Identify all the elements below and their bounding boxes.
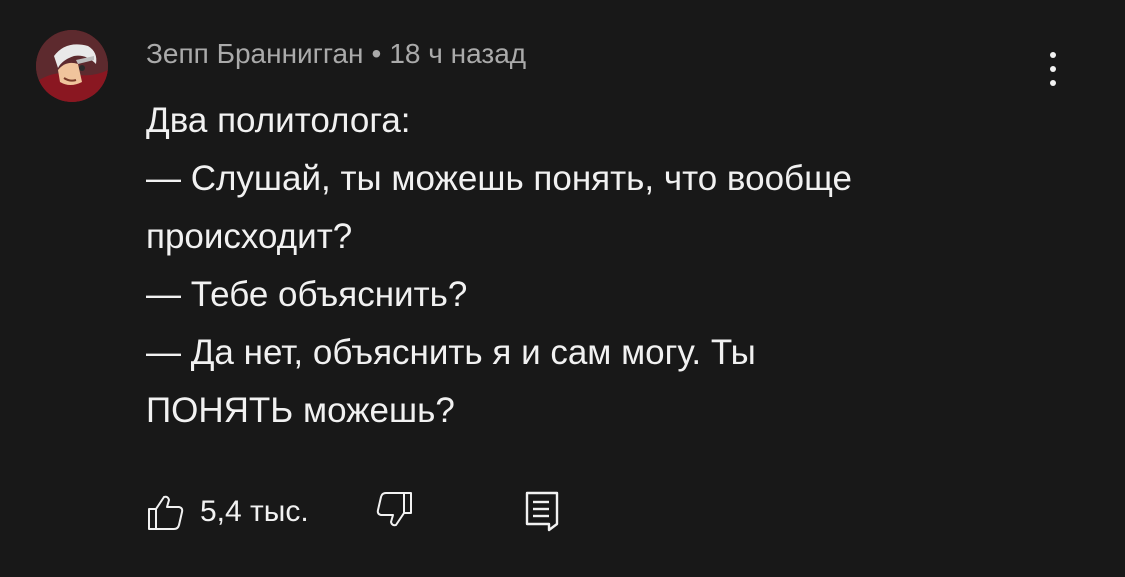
author-name[interactable]: Зепп Браннигган — [146, 38, 364, 69]
reply-button[interactable] — [522, 490, 562, 534]
comment-line: происходит? — [146, 217, 353, 256]
comment-text: Два политолога: — Слушай, ты можешь поня… — [146, 92, 1046, 440]
more-vertical-icon — [1050, 80, 1056, 86]
comment-meta: Зепп Браннигган • 18 ч назад — [146, 34, 1046, 74]
comment-line: — Да нет, объяснить я и сам могу. Ты — [146, 333, 756, 372]
reply-comment-icon — [525, 491, 559, 532]
more-options-button[interactable] — [1036, 44, 1070, 94]
thumbs-up-icon — [148, 495, 184, 530]
more-vertical-icon — [1050, 66, 1056, 72]
meta-separator: • — [371, 38, 382, 69]
comment-body: Зепп Браннигган • 18 ч назад Два политолог… — [146, 34, 1046, 440]
avatar-icon — [36, 30, 108, 102]
comment-line: Два политолога: — [146, 101, 411, 140]
like-button[interactable]: 5,4 тыс. — [146, 490, 309, 534]
comment-line: — Тебе объяснить? — [146, 275, 468, 314]
thumbs-down-icon — [376, 492, 412, 527]
dislike-button[interactable] — [374, 490, 414, 534]
comment-line: ПОНЯТЬ можешь? — [146, 391, 455, 430]
more-vertical-icon — [1050, 52, 1056, 58]
comment-card: Зепп Браннигган • 18 ч назад Два политолог… — [0, 0, 1125, 577]
comment-line: — Слушай, ты можешь понять, что вообще — [146, 159, 852, 198]
comment-time[interactable]: 18 ч назад — [389, 38, 526, 69]
avatar[interactable] — [36, 30, 108, 102]
like-count: 5,4 тыс. — [200, 495, 309, 528]
